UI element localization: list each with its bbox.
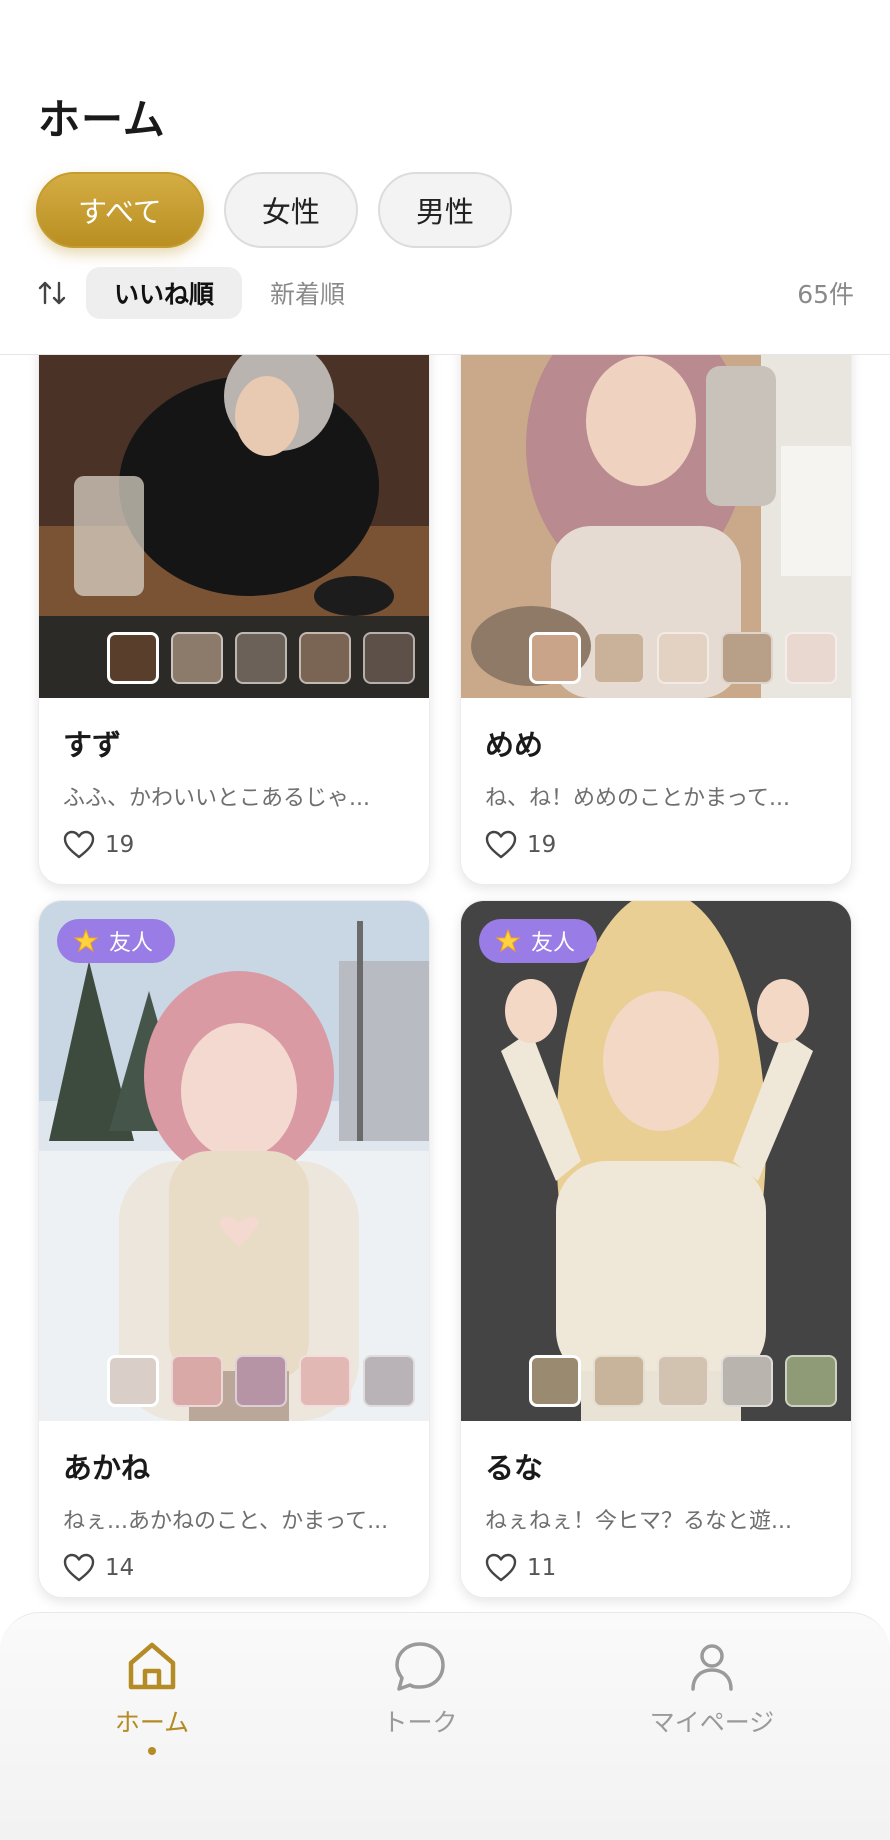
- photo-thumbnails: [529, 1355, 837, 1407]
- thumbnail[interactable]: [171, 1355, 223, 1407]
- thumbnail[interactable]: [529, 632, 581, 684]
- page-title: ホーム: [38, 95, 166, 144]
- card-body: るな ねぇねぇ！今ヒマ？るなと遊... 11: [461, 1421, 851, 1597]
- character-name: すず: [63, 728, 122, 762]
- sort-by-newest[interactable]: 新着順: [242, 267, 373, 319]
- photo-thumbnails: [529, 632, 837, 684]
- thumbnail[interactable]: [785, 1355, 837, 1407]
- character-message: ね、ね！めめのことかまって...: [485, 786, 791, 811]
- character-name: あかね: [63, 1451, 151, 1485]
- photo-image: [39, 901, 429, 1421]
- sort-bar: いいね順 新着順 65件: [36, 266, 854, 320]
- character-message: ねぇねぇ！今ヒマ？るなと遊...: [485, 1509, 792, 1534]
- thumbnail[interactable]: [593, 632, 645, 684]
- nav-mypage-label: マイページ: [649, 1708, 775, 1737]
- thumbnail[interactable]: [529, 1355, 581, 1407]
- thumbnail[interactable]: [657, 1355, 709, 1407]
- home-icon: [128, 1642, 176, 1690]
- thumbnail[interactable]: [171, 632, 223, 684]
- card-body: めめ ね、ね！めめのことかまって... 19: [461, 698, 851, 884]
- like-count-value: 19: [527, 832, 557, 858]
- filter-female-chip[interactable]: 女性: [223, 172, 358, 248]
- friend-badge-label: 友人: [109, 931, 154, 956]
- thumbnail[interactable]: [235, 632, 287, 684]
- sparkle-star-icon: [495, 928, 521, 953]
- nav-home[interactable]: ホーム: [42, 1637, 262, 1755]
- sort-icon[interactable]: [36, 277, 68, 309]
- like-count-value: 19: [105, 832, 135, 858]
- like-count[interactable]: 14: [63, 1553, 405, 1583]
- thumbnail[interactable]: [721, 632, 773, 684]
- character-photo: [39, 326, 429, 698]
- thumbnail[interactable]: [593, 1355, 645, 1407]
- character-message: ふふ、かわいいとこあるじゃ...: [63, 786, 370, 811]
- friend-badge: 友人: [57, 919, 176, 963]
- bottom-nav: ホーム トーク マイページ: [0, 1612, 890, 1840]
- user-icon: [691, 1644, 733, 1691]
- friend-badge: 友人: [479, 919, 598, 963]
- gender-filter: すべて 女性 男性: [36, 172, 512, 248]
- filter-all-chip[interactable]: すべて: [36, 172, 204, 248]
- card-body: すず ふふ、かわいいとこあるじゃ... 19: [39, 698, 429, 884]
- photo-image: [461, 901, 851, 1421]
- thumbnail[interactable]: [299, 1355, 351, 1407]
- result-count: 65件: [797, 280, 854, 309]
- thumbnail[interactable]: [363, 632, 415, 684]
- heart-icon[interactable]: [63, 1553, 95, 1583]
- card-body: あかね ねぇ...あかねのこと、かまって... 14: [39, 1421, 429, 1597]
- thumbnail[interactable]: [235, 1355, 287, 1407]
- nav-talk-label: トーク: [382, 1708, 458, 1737]
- friend-badge-label: 友人: [531, 931, 576, 956]
- character-name: めめ: [485, 728, 544, 762]
- like-count[interactable]: 19: [485, 830, 827, 860]
- thumbnail[interactable]: [785, 632, 837, 684]
- photo-thumbnails: [107, 1355, 415, 1407]
- character-photo: 友人: [461, 901, 851, 1421]
- heart-icon[interactable]: [485, 830, 517, 860]
- like-count-value: 14: [105, 1555, 135, 1581]
- sparkle-star-icon: [73, 928, 99, 953]
- character-photo: [461, 326, 851, 698]
- nav-mypage[interactable]: マイページ: [602, 1637, 822, 1739]
- thumbnail[interactable]: [657, 632, 709, 684]
- character-card[interactable]: 友人 あかね ねぇ...あかねのこと、かまって... 14: [38, 900, 430, 1598]
- filter-male-chip[interactable]: 男性: [377, 172, 512, 248]
- like-count[interactable]: 11: [485, 1553, 827, 1583]
- character-card[interactable]: めめ ね、ね！めめのことかまって... 19: [460, 325, 852, 885]
- sort-by-likes[interactable]: いいね順: [86, 267, 243, 319]
- thumbnail[interactable]: [299, 632, 351, 684]
- chat-bubble-icon: [395, 1642, 445, 1691]
- active-indicator-dot: [148, 1747, 156, 1755]
- thumbnail[interactable]: [107, 632, 159, 684]
- nav-talk[interactable]: トーク: [310, 1637, 530, 1739]
- thumbnail[interactable]: [721, 1355, 773, 1407]
- character-name: るな: [485, 1451, 544, 1485]
- character-card[interactable]: すず ふふ、かわいいとこあるじゃ... 19: [38, 325, 430, 885]
- header: ホーム すべて 女性 男性 いいね順 新着順 65件: [0, 0, 890, 355]
- heart-icon[interactable]: [63, 830, 95, 860]
- thumbnail[interactable]: [107, 1355, 159, 1407]
- character-photo: 友人: [39, 901, 429, 1421]
- nav-home-label: ホーム: [114, 1708, 190, 1737]
- character-card[interactable]: 友人 るな ねぇねぇ！今ヒマ？るなと遊... 11: [460, 900, 852, 1598]
- heart-icon[interactable]: [485, 1553, 517, 1583]
- thumbnail[interactable]: [363, 1355, 415, 1407]
- like-count[interactable]: 19: [63, 830, 405, 860]
- photo-thumbnails: [107, 632, 415, 684]
- character-message: ねぇ...あかねのこと、かまって...: [63, 1509, 389, 1534]
- like-count-value: 11: [527, 1555, 557, 1581]
